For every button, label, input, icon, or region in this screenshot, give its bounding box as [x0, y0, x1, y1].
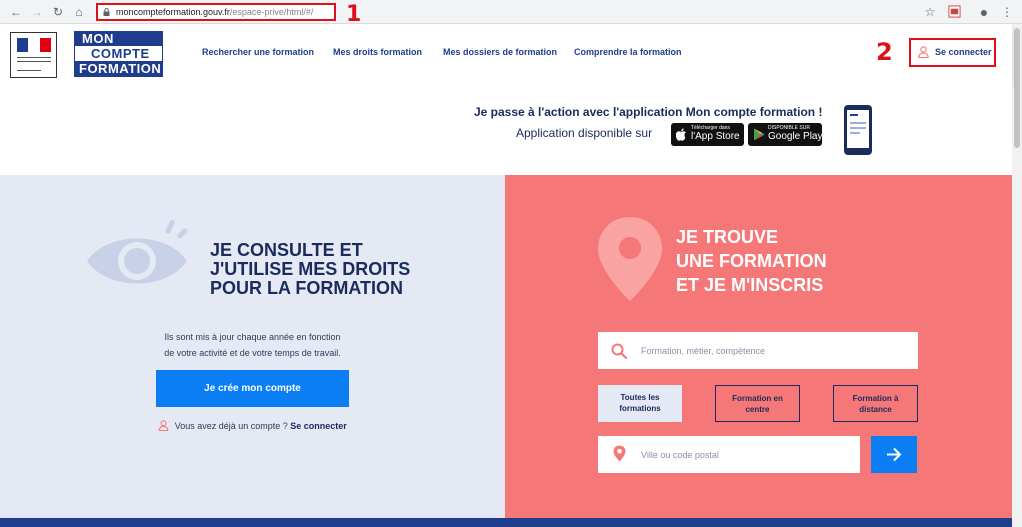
kebab-menu-icon[interactable]: ⋮ [999, 4, 1015, 20]
mode-distance-line-2: distance [859, 405, 892, 414]
find-training-title: JE TROUVE UNE FORMATION ET JE M'INSCRIS [676, 225, 827, 297]
create-account-button[interactable]: Je crée mon compte [156, 370, 349, 407]
login-label: Se connecter [935, 47, 992, 57]
consult-rights-title: JE CONSULTE ET J'UTILISE MES DROITS POUR… [210, 241, 410, 298]
annotation-number-1: 1 [346, 2, 362, 27]
logo-line-1: MON [75, 32, 162, 46]
search-submit-button[interactable] [871, 436, 917, 473]
location-marker-icon [613, 445, 626, 462]
site-header: MON COMPTE FORMATION Rechercher une form… [0, 25, 1012, 85]
lock-icon [103, 8, 110, 16]
home-icon[interactable]: ⌂ [71, 4, 87, 20]
mode-distance-line-1: Formation à [852, 394, 899, 403]
app-promo-title: Je passe à l'action avec l'application M… [474, 105, 823, 119]
logo-line-3: FORMATION [75, 61, 162, 76]
nav-mes-droits-formation[interactable]: Mes droits formation [333, 47, 422, 57]
consult-rights-panel: JE CONSULTE ET J'UTILISE MES DROITS POUR… [0, 175, 505, 520]
footer-strip [0, 518, 1012, 527]
consult-title-line-2: J'UTILISE MES DROITS [210, 259, 411, 279]
location-input[interactable] [598, 436, 860, 473]
mode-in-centre-button[interactable]: Formation en centre [715, 385, 800, 422]
find-training-panel: JE TROUVE UNE FORMATION ET JE M'INSCRIS … [505, 175, 1012, 520]
address-bar[interactable]: moncompteformation.gouv.fr/espace-prive/… [96, 3, 336, 21]
app-store-button[interactable]: Télécharger dans l'App Store [671, 123, 744, 146]
google-play-big-text: Google Play [768, 131, 823, 142]
nav-comprendre-formation[interactable]: Comprendre la formation [574, 47, 682, 57]
location-pin-icon [598, 217, 662, 301]
app-store-big-text: l'App Store [691, 131, 740, 142]
forward-icon[interactable]: → [29, 4, 45, 20]
mode-all-line-2: formations [619, 404, 661, 413]
french-flag-icon [17, 38, 51, 52]
google-play-icon [754, 128, 765, 141]
smartphone-illustration [844, 105, 872, 155]
search-icon [611, 343, 627, 359]
description-line-1: Ils sont mis à jour chaque année en fonc… [164, 332, 341, 342]
mon-compte-formation-logo[interactable]: MON COMPTE FORMATION [74, 31, 163, 77]
user-icon [918, 46, 929, 58]
training-search-input[interactable] [598, 332, 918, 369]
login-link[interactable]: Se connecter [290, 421, 347, 431]
mode-centre-line-1: Formation en [732, 394, 783, 403]
consult-title-line-1: JE CONSULTE ET [210, 240, 363, 260]
nav-rechercher-formation[interactable]: Rechercher une formation [202, 47, 314, 57]
find-title-line-3: ET JE M'INSCRIS [676, 275, 824, 295]
google-play-button[interactable]: DISPONIBLE SUR Google Play [748, 123, 822, 146]
url-path: /espace-prive/html/#/ [229, 7, 314, 17]
scrollbar-thumb[interactable] [1014, 28, 1020, 148]
apple-icon [676, 128, 686, 141]
find-title-line-1: JE TROUVE [676, 227, 779, 247]
nav-mes-dossiers-formation[interactable]: Mes dossiers de formation [443, 47, 557, 57]
profile-icon[interactable]: ● [976, 4, 992, 20]
mode-all-line-1: Toutes les [620, 393, 660, 402]
find-title-line-2: UNE FORMATION [676, 251, 827, 271]
app-promo-banner: Je passe à l'action avec l'application M… [0, 85, 1012, 175]
consult-rights-description: Ils sont mis à jour chaque année en fonc… [0, 329, 505, 361]
reload-icon[interactable]: ↻ [50, 4, 66, 20]
mode-centre-line-2: centre [745, 405, 770, 414]
eye-icon [87, 219, 188, 284]
existing-account-line: Vous avez déjà un compte ? Se connecter [0, 420, 505, 431]
back-icon[interactable]: ← [8, 4, 24, 20]
browser-toolbar: ← → ↻ ⌂ moncompteformation.gouv.fr/espac… [0, 0, 1022, 24]
mode-distance-button[interactable]: Formation à distance [833, 385, 918, 422]
login-highlight: Se connecter [909, 38, 996, 67]
republique-francaise-logo[interactable] [10, 32, 57, 78]
app-promo-subtitle: Application disponible sur [516, 126, 653, 140]
annotation-number-2: 2 [876, 38, 893, 66]
arrow-right-icon [887, 447, 902, 462]
url-host: moncompteformation.gouv.fr [116, 7, 230, 17]
page-scrollbar[interactable] [1012, 24, 1022, 527]
login-button[interactable]: Se connecter [911, 40, 994, 65]
bookmark-star-icon[interactable]: ☆ [922, 4, 938, 20]
user-icon [158, 420, 169, 431]
description-line-2: de votre activité et de votre temps de t… [164, 348, 341, 358]
logo-line-2: COMPTE [75, 46, 162, 61]
consult-title-line-3: POUR LA FORMATION [210, 278, 403, 298]
mode-all-trainings-button[interactable]: Toutes les formations [598, 385, 682, 422]
existing-account-question: Vous avez déjà un compte ? [174, 421, 288, 431]
extension-icon[interactable] [946, 4, 962, 20]
